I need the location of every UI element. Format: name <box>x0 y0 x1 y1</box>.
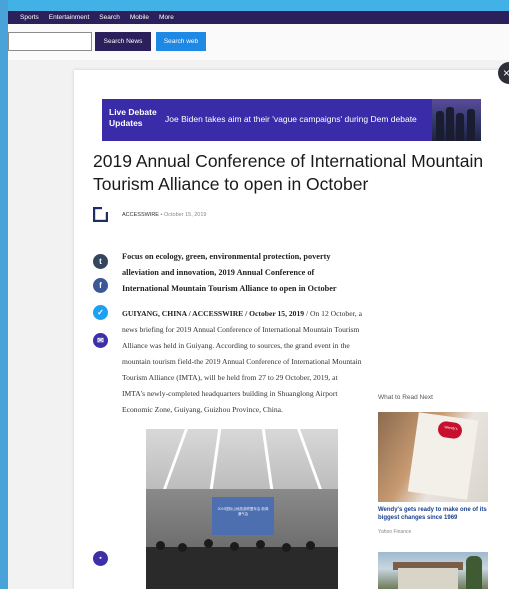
browser-frame-top <box>0 0 509 11</box>
article-body: GUIYANG, CHINA / ACCESSWIRE / October 15… <box>122 306 362 418</box>
byline: ACCESSWIRE • October 15, 2019 <box>122 212 207 218</box>
nav-item-search[interactable]: Search <box>99 14 120 21</box>
banner-live-label: Live Debate Updates <box>109 107 157 128</box>
facebook-icon[interactable]: f <box>93 278 108 293</box>
banner-headline[interactable]: Joe Biden takes aim at their 'vague camp… <box>165 114 417 124</box>
article-summary: Focus on ecology, green, environmental p… <box>122 252 337 293</box>
photo-screen-text: 2019国际山地旅游联盟年会 新闻通气会 <box>217 507 269 516</box>
read-next-heading: What to Read Next <box>378 394 433 401</box>
live-updates-banner[interactable]: Live Debate Updates Joe Biden takes aim … <box>102 99 481 141</box>
publisher-logo-icon <box>93 207 108 222</box>
twitter-icon[interactable]: ✓ <box>93 305 108 320</box>
banner-thumbnail <box>432 99 481 141</box>
article-body-text: / On 12 October, a news briefing for 201… <box>122 309 362 414</box>
article-photo[interactable]: 2019国际山地旅游联盟年会 新闻通气会 <box>146 429 338 589</box>
search-input[interactable] <box>8 32 92 51</box>
search-bar: Search News Search web <box>8 24 509 61</box>
email-icon[interactable]: ✉ <box>93 333 108 348</box>
comment-icon[interactable]: ▪ <box>93 551 108 566</box>
nav-item-more[interactable]: More <box>159 14 174 21</box>
browser-frame-left <box>0 0 8 589</box>
nav-item-sports[interactable]: Sports <box>20 14 39 21</box>
read-next-source: Yahoo Finance <box>378 529 412 535</box>
tumblr-icon[interactable]: t <box>93 254 108 269</box>
read-next-image[interactable]: Wendy's <box>378 412 488 502</box>
byline-separator: • <box>160 212 163 218</box>
read-next-title[interactable]: Wendy's gets ready to make one of its bi… <box>378 506 490 522</box>
top-nav: Sports Entertainment Search Mobile More <box>8 11 509 24</box>
read-next-image-2[interactable] <box>378 552 488 589</box>
nav-item-mobile[interactable]: Mobile <box>130 14 149 21</box>
search-web-button[interactable]: Search web <box>156 32 206 51</box>
byline-date: October 15, 2019 <box>163 212 207 218</box>
article-dateline: GUIYANG, CHINA / ACCESSWIRE / October 15… <box>122 309 305 318</box>
byline-source[interactable]: ACCESSWIRE <box>122 212 159 218</box>
article-title: 2019 Annual Conference of International … <box>93 151 484 194</box>
nav-item-entertainment[interactable]: Entertainment <box>49 14 89 21</box>
search-news-button[interactable]: Search News <box>95 32 151 51</box>
